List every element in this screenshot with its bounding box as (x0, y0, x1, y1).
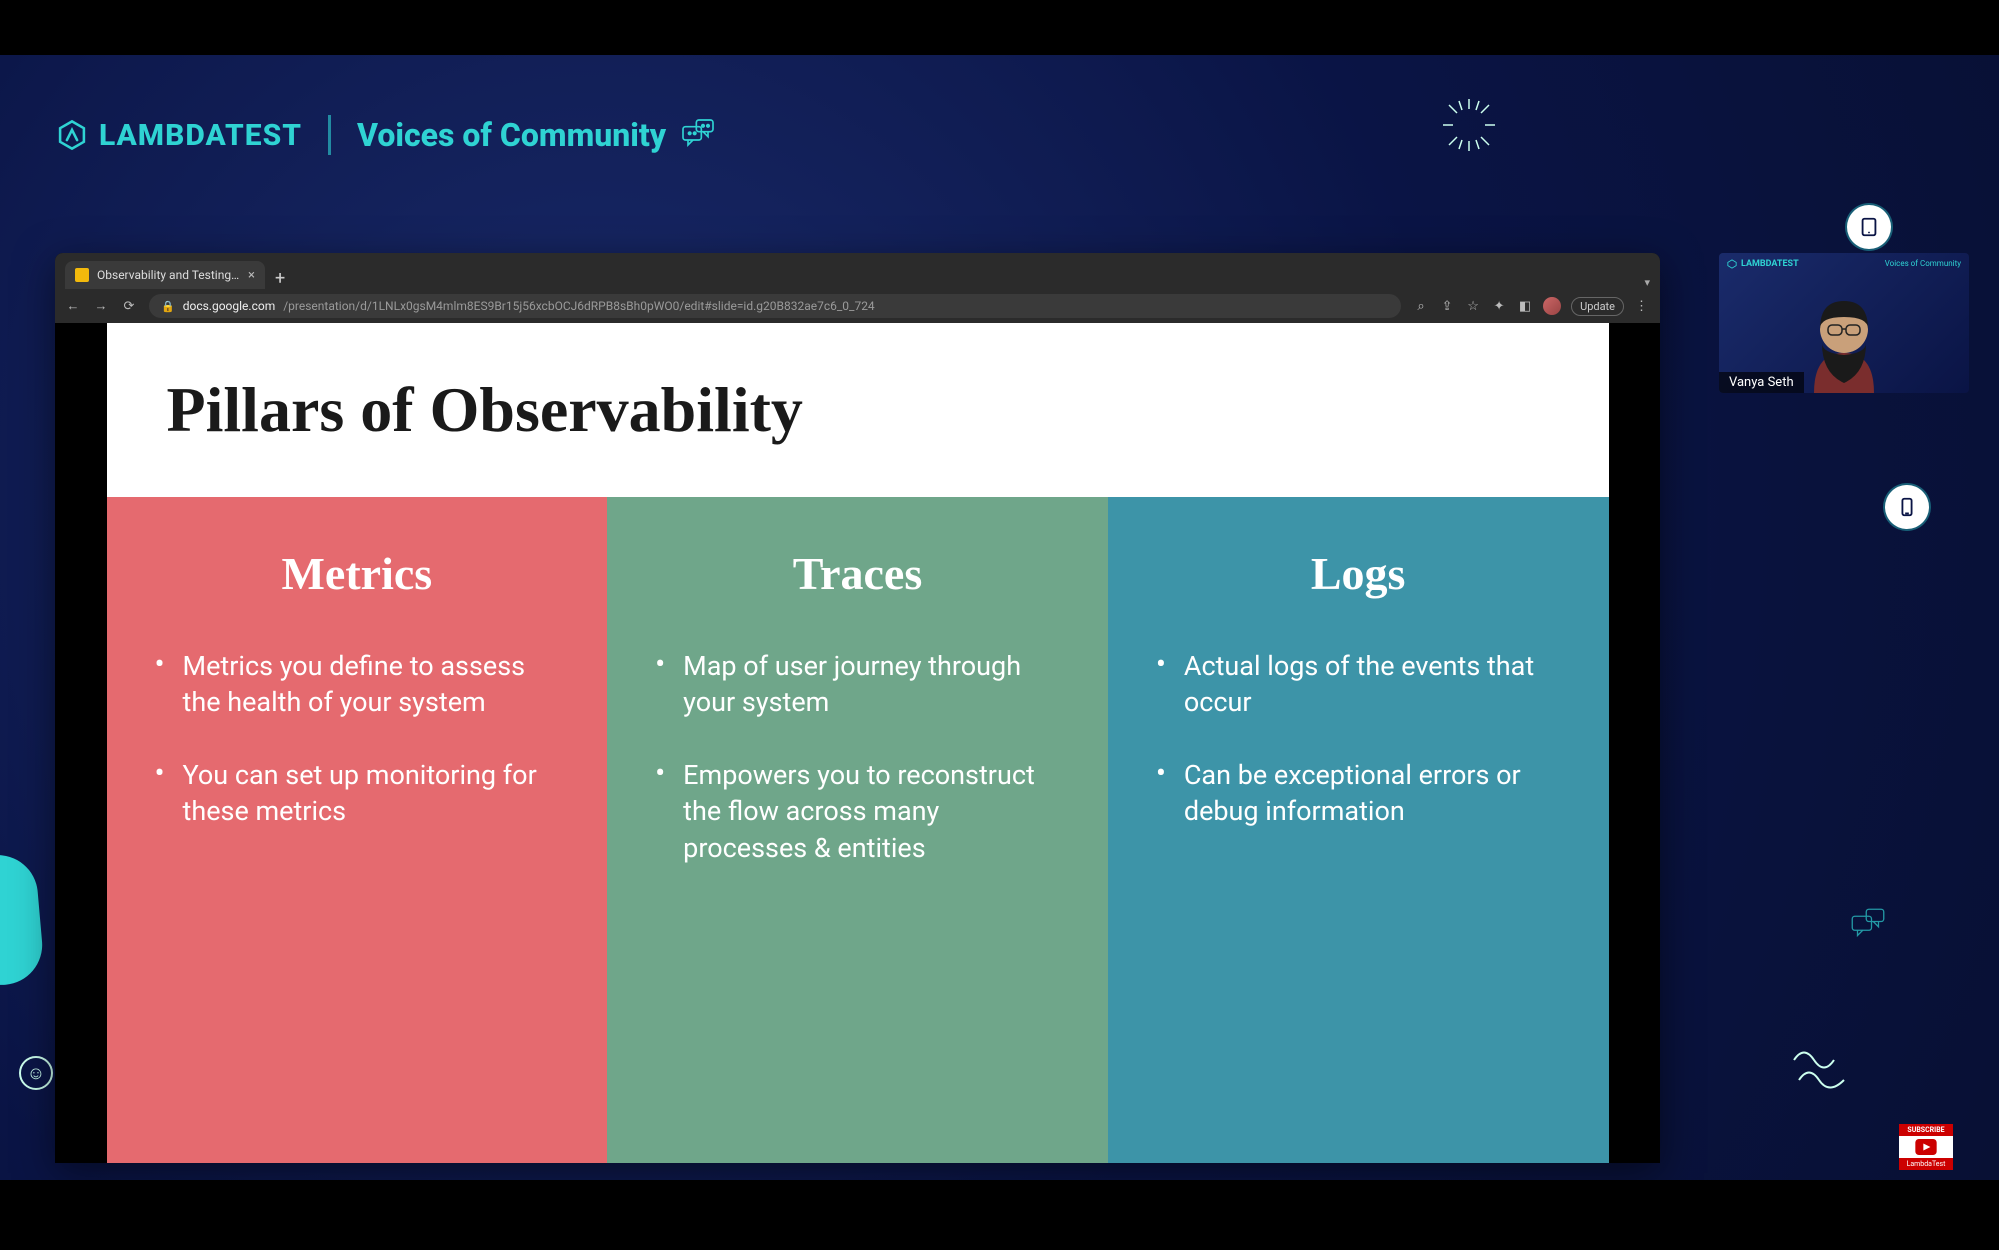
toolbar-right: ⌕ ⇪ ☆ ✦ ◧ Update ⋮ (1413, 297, 1650, 316)
decorative-pill (0, 852, 46, 988)
pillars-row: Metrics Metrics you define to assess the… (107, 497, 1609, 1163)
list-item: Map of user journey through your system (655, 648, 1060, 721)
subscribe-label: SUBSCRIBE (1899, 1124, 1953, 1136)
chat-bubbles-icon (678, 115, 718, 155)
tablet-icon-badge (1847, 205, 1891, 249)
list-item: Can be exceptional errors or debug infor… (1156, 757, 1561, 830)
forward-button[interactable]: → (93, 298, 109, 314)
chat-bubbles-icon (1847, 904, 1889, 950)
pillar-list: Actual logs of the events that occur Can… (1156, 648, 1561, 830)
series-title: Voices of Community (357, 115, 718, 155)
extensions-icon[interactable]: ✦ (1491, 298, 1507, 314)
share-icon[interactable]: ⇪ (1439, 298, 1455, 314)
url-path: /presentation/d/1LNLx0gsM4mlm8ES9Br15j56… (283, 299, 874, 313)
back-button[interactable]: ← (65, 298, 81, 314)
sparkle-icon (1439, 95, 1499, 155)
bookmark-icon[interactable]: ☆ (1465, 298, 1481, 314)
reload-button[interactable]: ⟳ (121, 298, 137, 314)
tab-close-icon[interactable]: × (248, 268, 255, 283)
browser-window: Observability and Testing in P… × + ▾ ← … (55, 253, 1660, 1163)
slides-favicon-icon (75, 268, 89, 282)
pillar-metrics: Metrics Metrics you define to assess the… (107, 497, 608, 1163)
lambdatest-mark-icon (55, 118, 89, 152)
lock-icon: 🔒 (161, 300, 175, 313)
pillar-list: Map of user journey through your system … (655, 648, 1060, 866)
brand-header: LAMBDATEST Voices of Community (55, 115, 718, 155)
youtube-icon (1899, 1136, 1953, 1158)
phone-icon-badge (1885, 485, 1929, 529)
tablet-icon (1858, 216, 1880, 238)
subscribe-badge[interactable]: SUBSCRIBE LambdaTest (1899, 1124, 1953, 1170)
new-tab-button[interactable]: + (265, 268, 295, 289)
pillar-list: Metrics you define to assess the health … (155, 648, 560, 830)
speaker-name-label: Vanya Seth (1719, 372, 1804, 393)
video-letterbox: LAMBDATEST Voices of Community (0, 0, 1999, 1250)
phone-icon (1896, 496, 1918, 518)
pillar-traces: Traces Map of user journey through your … (607, 497, 1108, 1163)
url-domain: docs.google.com (183, 299, 276, 313)
separator (328, 115, 331, 155)
video-frame: LAMBDATEST Voices of Community (0, 55, 1999, 1180)
presentation-stage: Pillars of Observability Metrics Metrics… (55, 323, 1660, 1163)
brand-name: LAMBDATEST (99, 118, 302, 153)
pillar-heading: Logs (1156, 547, 1561, 600)
kebab-menu-icon[interactable]: ⋮ (1634, 298, 1650, 314)
squiggle-icon (1789, 1040, 1849, 1100)
smiley-icon: ☺ (19, 1056, 53, 1090)
speaker-pip: LAMBDATEST Voices of Community Vanya Set… (1719, 253, 1969, 393)
slide: Pillars of Observability Metrics Metrics… (107, 323, 1609, 1163)
pillar-heading: Traces (655, 547, 1060, 600)
tab-strip: Observability and Testing in P… × + ▾ (55, 253, 1660, 289)
pillar-heading: Metrics (155, 547, 560, 600)
pillar-logs: Logs Actual logs of the events that occu… (1108, 497, 1609, 1163)
pip-brand: LAMBDATEST (1727, 259, 1799, 269)
address-bar: ← → ⟳ 🔒 docs.google.com/presentation/d/1… (55, 289, 1660, 323)
browser-tab[interactable]: Observability and Testing in P… × (65, 261, 265, 289)
tabs-overflow-icon[interactable]: ▾ (1644, 276, 1650, 289)
slide-header: Pillars of Observability (107, 323, 1609, 497)
list-item: Empowers you to reconstruct the flow acr… (655, 757, 1060, 866)
update-button[interactable]: Update (1571, 297, 1624, 316)
lambdatest-mark-icon (1727, 259, 1737, 269)
url-field[interactable]: 🔒 docs.google.com/presentation/d/1LNLx0g… (149, 294, 1401, 318)
pip-series: Voices of Community (1885, 259, 1961, 268)
list-item: Actual logs of the events that occur (1156, 648, 1561, 721)
profile-avatar[interactable] (1543, 297, 1561, 315)
list-item: You can set up monitoring for these metr… (155, 757, 560, 830)
lambdatest-logo: LAMBDATEST (55, 118, 302, 153)
tab-title: Observability and Testing in P… (97, 268, 240, 282)
channel-name: LambdaTest (1899, 1158, 1953, 1170)
list-item: Metrics you define to assess the health … (155, 648, 560, 721)
sidepanel-icon[interactable]: ◧ (1517, 298, 1533, 314)
slide-title: Pillars of Observability (167, 373, 1549, 447)
search-icon[interactable]: ⌕ (1413, 298, 1429, 314)
